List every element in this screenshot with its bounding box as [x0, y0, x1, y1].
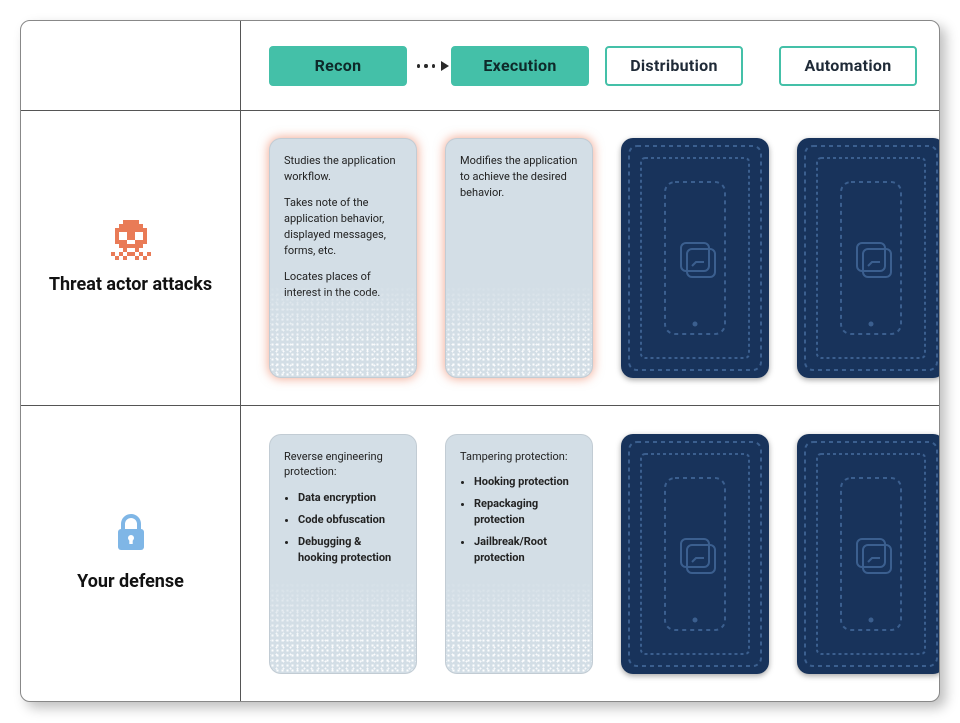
card-defense-automation-back[interactable] [797, 434, 940, 674]
card-text: Takes note of the application behavior, … [284, 195, 402, 259]
card-back-pattern [797, 138, 940, 378]
defense-heading: Your defense [77, 571, 184, 594]
tab-distribution[interactable]: Distribution [605, 46, 743, 86]
noise-texture [270, 578, 416, 673]
card-attacks-execution[interactable]: Modifies the application to achieve the … [445, 138, 593, 378]
card-text: Locates places of interest in the code. [284, 269, 402, 301]
card-back-pattern [621, 138, 769, 378]
row-label-defense: Your defense [21, 406, 241, 701]
list-item: Debugging & hooking protection [298, 534, 402, 566]
card-defense-execution[interactable]: Tampering protection: Hooking protection… [445, 434, 593, 674]
tab-execution[interactable]: Execution [451, 46, 589, 86]
attacks-cards: Studies the application workflow. Takes … [241, 111, 940, 406]
card-text: Modifies the application to achieve the … [460, 153, 578, 201]
diagram-frame: Recon Execution Distribution Automation [20, 20, 940, 702]
list-item: Data encryption [298, 490, 402, 506]
noise-texture [446, 282, 592, 377]
card-title: Tampering protection: [460, 449, 578, 465]
card-title: Reverse engineering protection: [284, 449, 402, 481]
list-item: Hooking protection [474, 474, 578, 490]
card-attacks-automation-back[interactable] [797, 138, 940, 378]
list-item: Code obfuscation [298, 512, 402, 528]
card-attacks-recon[interactable]: Studies the application workflow. Takes … [269, 138, 417, 378]
header-empty-cell [21, 21, 241, 111]
defense-cards: Reverse engineering protection: Data enc… [241, 406, 940, 701]
attacks-heading: Threat actor attacks [49, 274, 212, 297]
noise-texture [446, 578, 592, 673]
row-label-attacks: Threat actor attacks [21, 111, 241, 406]
arrow-icon [417, 61, 449, 71]
tab-automation[interactable]: Automation [779, 46, 917, 86]
lock-icon [114, 513, 148, 557]
card-list: Data encryption Code obfuscation Debuggi… [298, 490, 402, 566]
skull-icon [111, 220, 151, 260]
tab-recon[interactable]: Recon [269, 46, 407, 86]
card-list: Hooking protection Repackaging protectio… [474, 474, 578, 566]
card-attacks-distribution-back[interactable] [621, 138, 769, 378]
list-item: Jailbreak/Root protection [474, 534, 578, 566]
list-item: Repackaging protection [474, 496, 578, 528]
card-back-pattern [797, 434, 940, 674]
card-text: Studies the application workflow. [284, 153, 402, 185]
card-defense-recon[interactable]: Reverse engineering protection: Data enc… [269, 434, 417, 674]
card-back-pattern [621, 434, 769, 674]
phase-tabs: Recon Execution Distribution Automation [241, 21, 940, 111]
card-defense-distribution-back[interactable] [621, 434, 769, 674]
diagram-grid: Recon Execution Distribution Automation [21, 21, 939, 701]
